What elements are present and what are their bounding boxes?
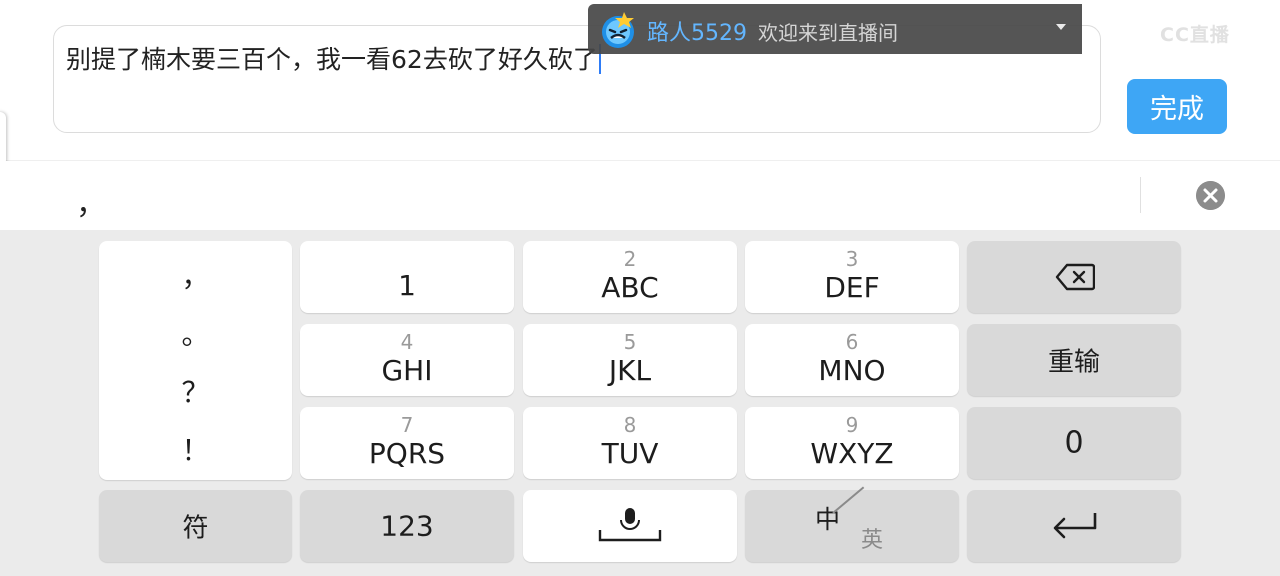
candidate-bar: ，: [0, 161, 1280, 230]
punct-period[interactable]: 。: [99, 313, 292, 353]
done-button[interactable]: 完成: [1127, 79, 1227, 134]
comment-input-text: 别提了楠木要三百个，我一看62去砍了好久砍了: [66, 40, 601, 76]
key-8[interactable]: 8 TUV: [523, 407, 737, 479]
key-2-number: 2: [623, 247, 637, 271]
key-4-letters: GHI: [381, 354, 433, 387]
key-7-letters: PQRS: [368, 437, 446, 470]
side-panel-handle[interactable]: [0, 112, 6, 166]
lang-en-label: 英: [861, 528, 884, 553]
symbol-key-label: 符: [182, 513, 209, 544]
key-4-number: 4: [400, 330, 414, 354]
reset-key[interactable]: 重输: [967, 324, 1181, 396]
key-3-number: 3: [845, 247, 859, 271]
backspace-key[interactable]: [967, 241, 1181, 313]
toast-message: 欢迎来到直播间: [758, 21, 898, 45]
reset-key-label: 重输: [1047, 347, 1100, 378]
clear-icon[interactable]: [1196, 181, 1225, 210]
key-0-label: 0: [1064, 425, 1084, 461]
toast-username: 路人5529: [647, 21, 747, 46]
symbol-key[interactable]: 符: [99, 490, 292, 562]
backspace-icon: [1055, 263, 1095, 291]
punctuation-column[interactable]: ， 。 ？ ！: [99, 241, 292, 480]
punct-question[interactable]: ？: [99, 371, 292, 411]
enter-icon: [1053, 513, 1097, 539]
welcome-toast: 路人5529 欢迎来到直播间: [588, 4, 1082, 54]
numeric-key[interactable]: 123: [300, 490, 514, 562]
key-7[interactable]: 7 PQRS: [300, 407, 514, 479]
candidate-item[interactable]: ，: [76, 179, 106, 223]
avatar-icon: [602, 12, 634, 48]
key-8-number: 8: [623, 413, 637, 437]
key-6[interactable]: 6 MNO: [745, 324, 959, 396]
key-1-label: 1: [398, 269, 416, 302]
key-6-number: 6: [845, 330, 859, 354]
key-5-letters: JKL: [608, 354, 652, 387]
microphone-icon: [598, 508, 662, 542]
punct-comma[interactable]: ，: [99, 255, 292, 295]
lang-zh-label: 中: [815, 505, 841, 534]
key-2-letters: ABC: [601, 271, 659, 304]
chevron-down-icon[interactable]: [1056, 24, 1066, 30]
language-toggle-key[interactable]: 中 英: [745, 486, 959, 562]
screen: 别提了楠木要三百个，我一看62去砍了好久砍了 完成 路人5529 欢迎来到直播间…: [0, 0, 1280, 576]
cc-live-watermark: CC直播: [1160, 24, 1230, 46]
key-3[interactable]: 3 DEF: [745, 241, 959, 313]
punct-exclaim[interactable]: ！: [99, 429, 292, 469]
key-3-letters: DEF: [824, 271, 880, 304]
key-7-number: 7: [400, 413, 414, 437]
key-1[interactable]: 1: [300, 241, 514, 313]
numeric-key-label: 123: [380, 509, 434, 543]
candidate-divider: [1140, 177, 1141, 213]
enter-key[interactable]: [967, 490, 1181, 562]
key-5[interactable]: 5 JKL: [523, 324, 737, 396]
t9-keyboard: ， 。 ？ ！ 1 2 ABC 3 DEF 4 GHI 5 JKL 6 MNO …: [0, 230, 1280, 576]
key-9-letters: WXYZ: [810, 437, 894, 470]
key-6-letters: MNO: [818, 354, 886, 387]
key-4[interactable]: 4 GHI: [300, 324, 514, 396]
space-voice-key[interactable]: [523, 490, 737, 562]
key-8-letters: TUV: [601, 437, 659, 470]
key-9-number: 9: [845, 413, 859, 437]
key-5-number: 5: [623, 330, 637, 354]
key-0[interactable]: 0: [967, 407, 1181, 479]
key-9[interactable]: 9 WXYZ: [745, 407, 959, 479]
key-2[interactable]: 2 ABC: [523, 241, 737, 313]
